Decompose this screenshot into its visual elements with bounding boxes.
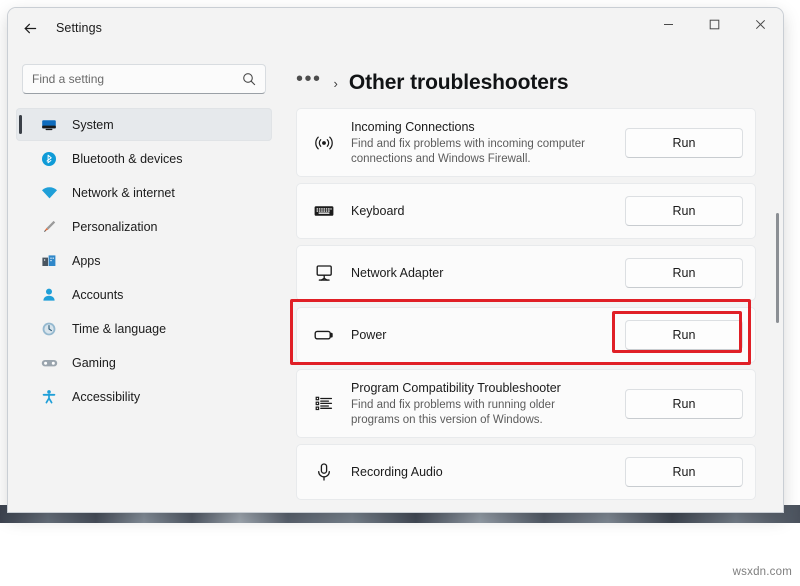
run-button[interactable]: Run <box>625 196 743 226</box>
gaming-controller-icon <box>40 354 58 372</box>
sidebar-item-label: Bluetooth & devices <box>72 152 183 166</box>
search-box[interactable] <box>22 64 266 94</box>
troubleshooter-list: Incoming Connections Find and fix proble… <box>296 108 756 506</box>
sidebar-item-apps[interactable]: Apps <box>16 244 272 277</box>
breadcrumb-overflow-icon[interactable]: ••• <box>296 72 322 94</box>
settings-window: Settings <box>8 8 783 512</box>
vertical-scrollbar[interactable] <box>776 213 779 323</box>
troubleshooter-row-power[interactable]: Power Run <box>296 307 756 363</box>
apps-icon <box>40 252 58 270</box>
troubleshooter-row-keyboard[interactable]: Keyboard Run <box>296 183 756 239</box>
run-button[interactable]: Run <box>625 389 743 419</box>
troubleshooter-row-program-compatibility[interactable]: Program Compatibility Troubleshooter Fin… <box>296 369 756 438</box>
sidebar-item-time-language[interactable]: Time & language <box>16 312 272 345</box>
sidebar-item-label: Accessibility <box>72 390 140 404</box>
run-button[interactable]: Run <box>625 320 743 350</box>
search-input[interactable] <box>32 72 242 86</box>
sidebar-item-personalization[interactable]: Personalization <box>16 210 272 243</box>
close-icon[interactable] <box>737 8 783 40</box>
keyboard-icon <box>311 198 337 224</box>
app-title: Settings <box>56 21 102 35</box>
troubleshooter-row-incoming-connections[interactable]: Incoming Connections Find and fix proble… <box>296 108 756 177</box>
troubleshooter-info: Program Compatibility Troubleshooter Fin… <box>351 380 615 427</box>
sidebar-item-accounts[interactable]: Accounts <box>16 278 272 311</box>
run-button[interactable]: Run <box>625 128 743 158</box>
minimize-icon[interactable] <box>645 8 691 40</box>
troubleshooter-info: Network Adapter <box>351 265 615 281</box>
troubleshooter-row-recording-audio[interactable]: Recording Audio Run <box>296 444 756 500</box>
troubleshooter-name: Incoming Connections <box>351 119 615 135</box>
troubleshooter-name: Power <box>351 327 615 343</box>
breadcrumb: ••• › Other troubleshooters <box>296 66 783 100</box>
troubleshooter-info: Keyboard <box>351 203 615 219</box>
window-controls <box>645 8 783 40</box>
watermark: wsxdn.com <box>733 566 792 578</box>
sidebar-item-label: Gaming <box>72 356 116 370</box>
battery-icon <box>311 322 337 348</box>
monitor-network-icon <box>311 260 337 286</box>
broadcast-signal-icon <box>311 130 337 156</box>
sidebar-item-label: Accounts <box>72 288 123 302</box>
window-body: System Bluetooth & devices <box>8 48 783 512</box>
troubleshooter-row-network-adapter[interactable]: Network Adapter Run <box>296 245 756 301</box>
clock-icon <box>40 320 58 338</box>
breadcrumb-separator-icon: › <box>334 76 338 91</box>
run-button[interactable]: Run <box>625 258 743 288</box>
sidebar-item-label: Time & language <box>72 322 166 336</box>
personalization-brush-icon <box>40 218 58 236</box>
troubleshooter-info: Power <box>351 327 615 343</box>
sidebar-item-label: Apps <box>72 254 101 268</box>
sidebar-item-label: Network & internet <box>72 186 175 200</box>
title-bar: Settings <box>8 8 783 48</box>
main-pane: ••• › Other troubleshooters <box>280 48 783 512</box>
list-icon <box>311 391 337 417</box>
sidebar-item-network-internet[interactable]: Network & internet <box>16 176 272 209</box>
troubleshooter-description: Find and fix problems with incoming comp… <box>351 137 596 166</box>
troubleshooter-info: Recording Audio <box>351 464 615 480</box>
microphone-icon <box>311 459 337 485</box>
sidebar-item-gaming[interactable]: Gaming <box>16 346 272 379</box>
troubleshooter-name: Network Adapter <box>351 265 615 281</box>
troubleshooter-description: Find and fix problems with running older… <box>351 398 596 427</box>
accessibility-person-icon <box>40 388 58 406</box>
troubleshooter-name: Keyboard <box>351 203 615 219</box>
accounts-person-icon <box>40 286 58 304</box>
sidebar-item-label: System <box>72 118 114 132</box>
search-icon <box>242 72 256 86</box>
sidebar-item-accessibility[interactable]: Accessibility <box>16 380 272 413</box>
sidebar: System Bluetooth & devices <box>8 48 280 512</box>
troubleshooter-name: Recording Audio <box>351 464 615 480</box>
sidebar-nav: System Bluetooth & devices <box>8 108 280 413</box>
run-button[interactable]: Run <box>625 457 743 487</box>
troubleshooter-info: Incoming Connections Find and fix proble… <box>351 119 615 166</box>
bluetooth-icon <box>40 150 58 168</box>
sidebar-item-bluetooth-devices[interactable]: Bluetooth & devices <box>16 142 272 175</box>
sidebar-item-label: Personalization <box>72 220 157 234</box>
page-title: Other troubleshooters <box>349 71 569 95</box>
system-icon <box>40 116 58 134</box>
sidebar-item-system[interactable]: System <box>16 108 272 141</box>
maximize-icon[interactable] <box>691 8 737 40</box>
network-icon <box>40 184 58 202</box>
troubleshooter-name: Program Compatibility Troubleshooter <box>351 380 615 396</box>
back-arrow-icon[interactable] <box>14 12 46 44</box>
